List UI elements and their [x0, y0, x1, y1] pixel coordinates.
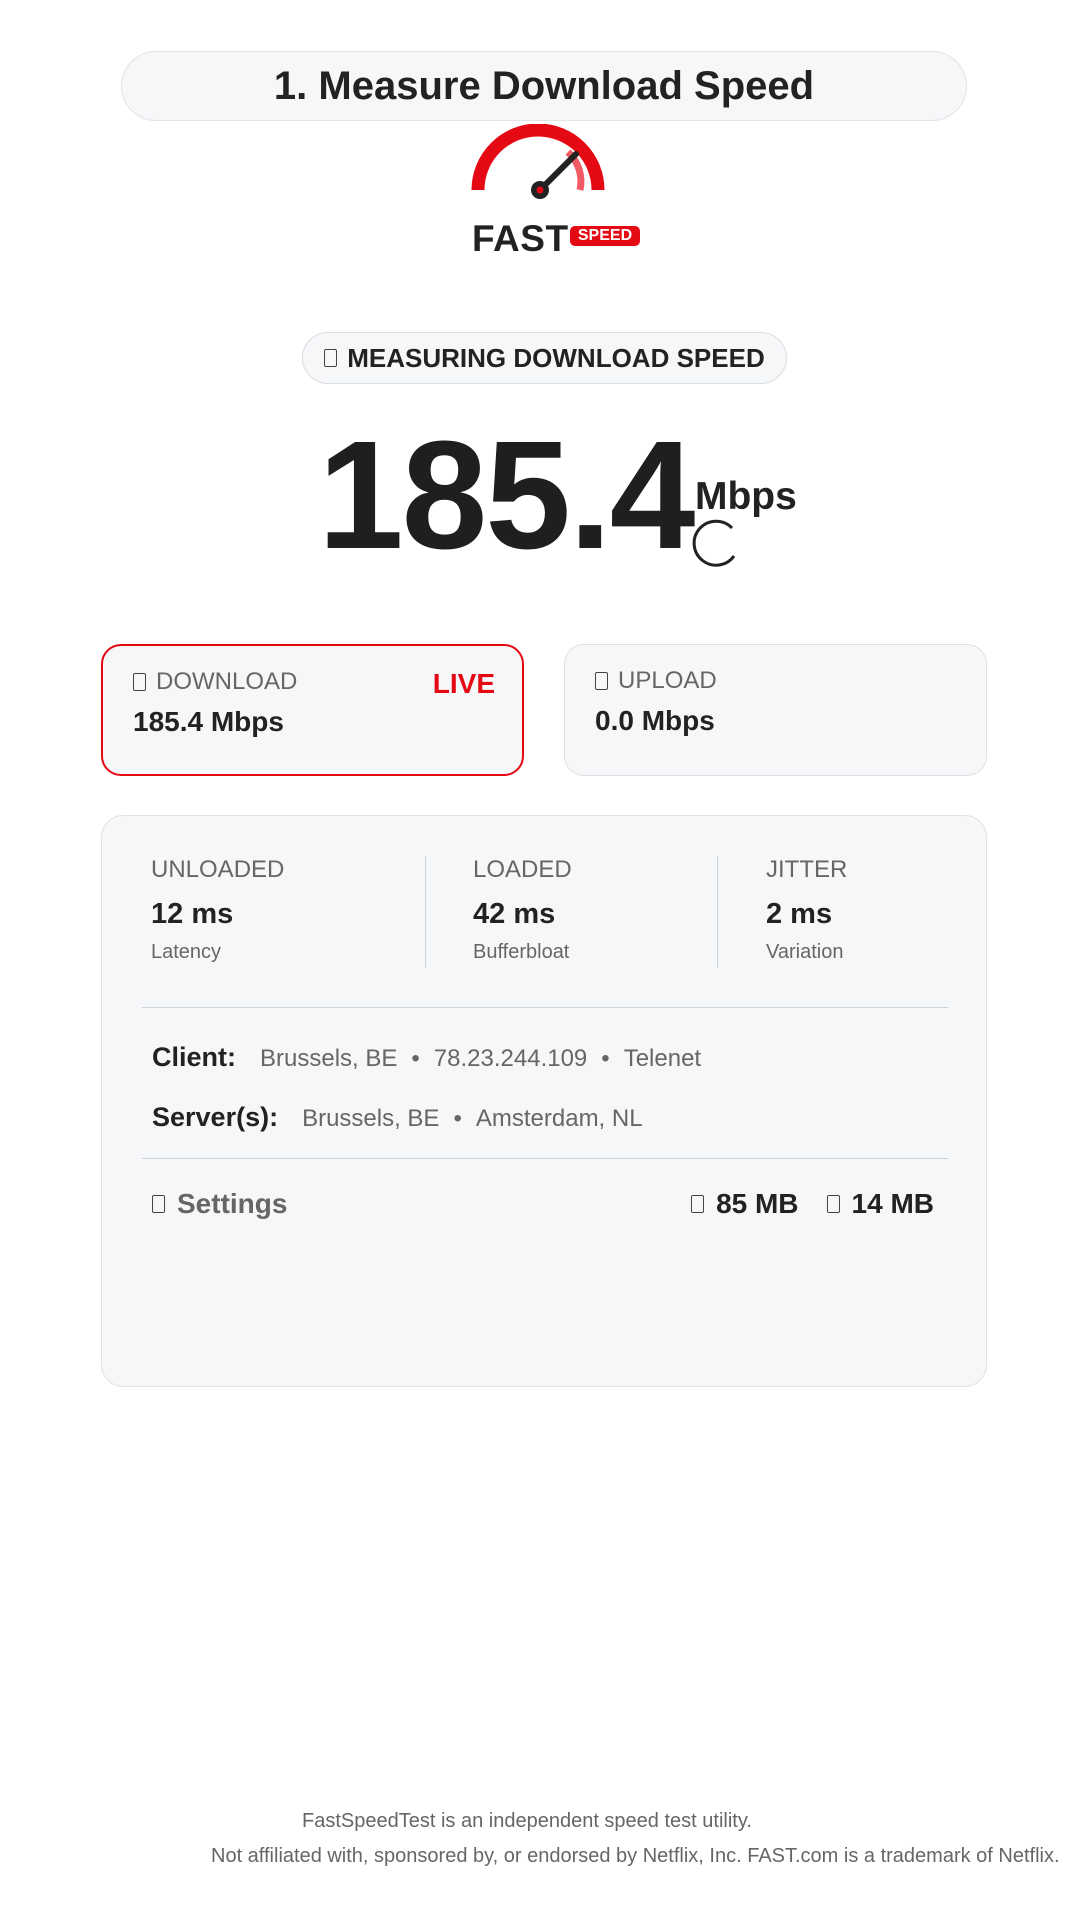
- live-badge: LIVE: [432, 668, 495, 699]
- server-item: Amsterdam, NL: [475, 1105, 643, 1132]
- download-value: 185.4 Mbps: [133, 706, 284, 737]
- upload-icon: [595, 672, 608, 690]
- client-isp: Telenet: [623, 1045, 702, 1072]
- download-data-usage: 85 MB: [691, 1188, 799, 1220]
- client-label: Client:: [152, 1042, 236, 1072]
- spinner-icon: [692, 519, 736, 567]
- metric-sub: Latency: [151, 941, 222, 963]
- footer-disclaimer: FastSpeedTest is an independent speed te…: [302, 1810, 752, 1832]
- logo-badge: SPEED: [570, 226, 640, 246]
- section-divider: [142, 1007, 948, 1008]
- metric-label: LOADED: [473, 856, 572, 883]
- separator-dot: •: [411, 1045, 420, 1072]
- speed-unit: Mbps: [695, 475, 797, 518]
- server-info: Server(s): Brussels, BE • Amsterdam, NL: [152, 1102, 643, 1133]
- metric-label: JITTER: [766, 856, 848, 883]
- status-text: MEASURING DOWNLOAD SPEED: [347, 342, 765, 373]
- speed-value: 185.4: [318, 409, 695, 581]
- page-title: 1. Measure Download Speed: [121, 51, 967, 121]
- section-divider: [142, 1158, 948, 1159]
- details-panel: UNLOADED 12 ms Latency LOADED 42 ms Buff…: [101, 815, 987, 1387]
- gauge-icon: [324, 349, 338, 367]
- server-label: Server(s):: [152, 1102, 279, 1132]
- server-item: Brussels, BE: [302, 1105, 440, 1132]
- upload-value: 0.0 Mbps: [595, 705, 715, 736]
- metric-divider: [717, 856, 718, 968]
- footer-trademark: Not affiliated with, sponsored by, or en…: [211, 1845, 1060, 1867]
- metric-divider: [425, 856, 426, 968]
- gear-icon: [152, 1195, 165, 1213]
- metric-loaded: LOADED 42 ms Bufferbloat: [473, 856, 572, 964]
- logo-wordmark: FAST: [472, 218, 569, 259]
- upload-data-usage: 14 MB: [826, 1188, 934, 1220]
- settings-button[interactable]: Settings: [152, 1188, 287, 1220]
- metric-value: 2 ms: [766, 898, 833, 930]
- download-card-label: DOWNLOAD: [133, 668, 297, 696]
- metric-value: 42 ms: [473, 898, 556, 930]
- client-ip: 78.23.244.109: [433, 1045, 588, 1072]
- status-indicator: MEASURING DOWNLOAD SPEED: [302, 332, 787, 384]
- separator-dot: •: [601, 1045, 610, 1072]
- download-data-value: 85 MB: [716, 1188, 799, 1219]
- upload-data-value: 14 MB: [851, 1188, 934, 1219]
- client-info: Client: Brussels, BE • 78.23.244.109 • T…: [152, 1042, 701, 1073]
- download-icon: [133, 673, 146, 691]
- metric-value: 12 ms: [151, 898, 234, 930]
- client-location: Brussels, BE: [260, 1045, 398, 1072]
- upload-label: UPLOAD: [618, 667, 717, 694]
- separator-dot: •: [453, 1105, 462, 1132]
- upload-data-icon: [826, 1195, 840, 1213]
- metric-sub: Bufferbloat: [473, 941, 570, 963]
- metric-label: UNLOADED: [151, 856, 285, 883]
- download-card[interactable]: DOWNLOAD LIVE 185.4 Mbps: [101, 644, 524, 776]
- upload-card-label: UPLOAD: [595, 667, 717, 695]
- upload-card[interactable]: UPLOAD 0.0 Mbps: [564, 644, 987, 776]
- metric-jitter: JITTER 2 ms Variation: [766, 856, 847, 964]
- download-label: DOWNLOAD: [156, 668, 298, 695]
- metric-unloaded: UNLOADED 12 ms Latency: [151, 856, 284, 964]
- settings-label: Settings: [177, 1188, 288, 1219]
- data-usage: 85 MB 14 MB: [691, 1188, 934, 1220]
- metric-sub: Variation: [766, 941, 844, 963]
- download-data-icon: [691, 1195, 705, 1213]
